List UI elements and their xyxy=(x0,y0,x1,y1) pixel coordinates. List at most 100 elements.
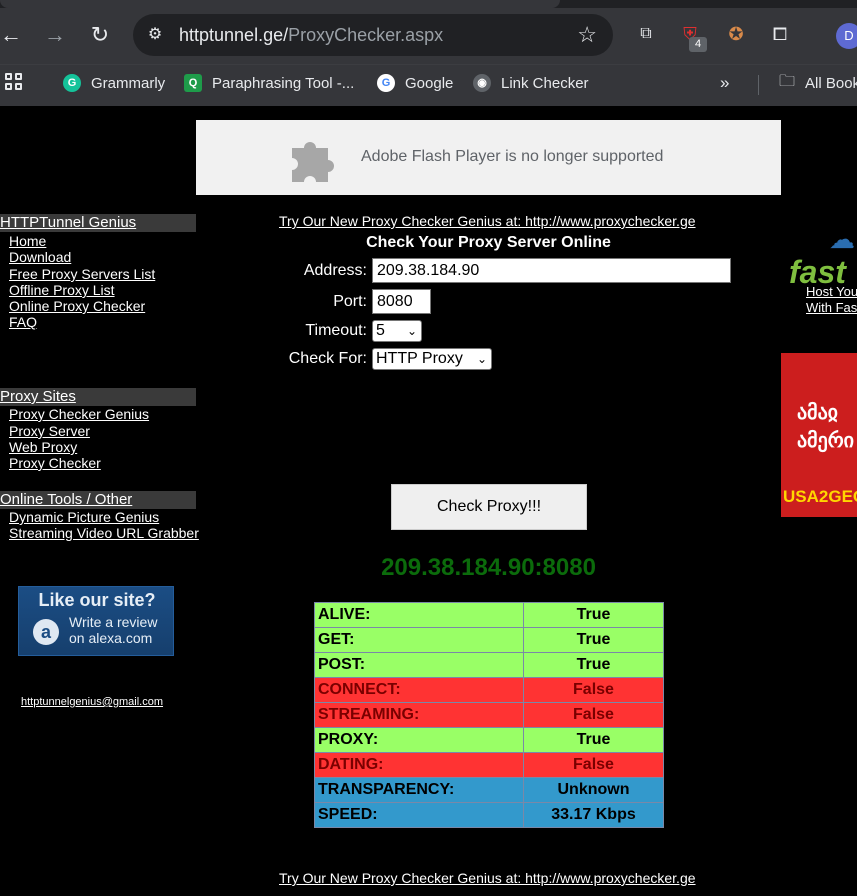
contact-email-link[interactable]: httptunnelgenius@gmail.com xyxy=(21,696,163,708)
promo-link-top[interactable]: Try Our New Proxy Checker Genius at: htt… xyxy=(279,213,696,229)
reload-icon[interactable]: ↻ xyxy=(87,22,113,48)
timeout-select[interactable]: 5 ⌄ xyxy=(372,320,422,342)
fasthosts-text[interactable]: Host You With Fas xyxy=(806,284,857,316)
google-icon: G xyxy=(377,74,395,92)
georgian-ad-text: ამაჲ ამერი xyxy=(797,399,854,455)
bookmark-label: Link Checker xyxy=(501,74,589,92)
result-row-connect: CONNECT: False xyxy=(314,677,664,703)
sidebar-link-faq[interactable]: FAQ xyxy=(9,314,37,330)
alexa-line1: Write a review xyxy=(69,614,158,630)
result-row-speed: SPEED: 33.17 Kbps xyxy=(314,802,664,828)
reading-mode-icon[interactable]: ⧉ xyxy=(634,22,658,46)
sidebar-link-online-proxy-checker[interactable]: Online Proxy Checker xyxy=(9,298,145,314)
result-label: DATING: xyxy=(314,752,524,778)
result-value: True xyxy=(523,602,664,628)
cloud-icon: ☁ xyxy=(829,224,855,254)
sidebar-heading-proxy-sites[interactable]: Proxy Sites xyxy=(0,388,196,406)
sidebar-link-proxy-checker[interactable]: Proxy Checker xyxy=(9,455,101,471)
apps-grid-icon[interactable] xyxy=(5,73,25,93)
check-proxy-button[interactable]: Check Proxy!!! xyxy=(391,484,587,530)
sidebar-link-video-url-grabber[interactable]: Streaming Video URL Grabber xyxy=(9,525,199,541)
result-label: PROXY: xyxy=(314,727,524,753)
checkfor-select[interactable]: HTTP Proxy ⌄ xyxy=(372,348,492,370)
result-row-proxy: PROXY: True xyxy=(314,727,664,753)
sidebar-link-web-proxy[interactable]: Web Proxy xyxy=(9,439,77,455)
result-row-post: POST: True xyxy=(314,652,664,678)
sidebar-heading-httptunnel[interactable]: HTTPTunnel Genius xyxy=(0,214,196,232)
address-input[interactable]: 209.38.184.90 xyxy=(372,258,731,283)
fasthosts-ad[interactable]: ☁ fast Host You With Fas xyxy=(781,206,857,326)
alexa-review-badge[interactable]: Like our site? a Write a review on alexa… xyxy=(18,586,174,656)
port-label: Port: xyxy=(333,293,367,310)
result-row-alive: ALIVE: True xyxy=(314,602,664,628)
result-label: POST: xyxy=(314,652,524,678)
usa2georgia-ad[interactable]: ამაჲ ამერი USA2GEO xyxy=(781,353,857,517)
grammarly-icon: G xyxy=(63,74,81,92)
sidebar-link-proxy-server[interactable]: Proxy Server xyxy=(9,423,90,439)
sidebar-link-dynamic-picture[interactable]: Dynamic Picture Genius xyxy=(9,509,159,525)
profile-avatar[interactable]: D xyxy=(836,23,857,49)
address-bar[interactable]: ⚙ httptunnel.ge/ProxyChecker.aspx ☆ xyxy=(133,14,613,56)
plugin-puzzle-icon xyxy=(292,142,334,182)
folder-icon: 🗀 xyxy=(779,72,796,90)
extensions-puzzle-icon[interactable]: ⧠ xyxy=(768,22,792,46)
all-bookmarks-label: All Book xyxy=(805,74,857,92)
result-value: False xyxy=(523,702,664,728)
bookmark-google[interactable]: G Google xyxy=(377,72,453,94)
sidebar-link-download[interactable]: Download xyxy=(9,249,71,265)
sidebar-link-proxy-checker-genius[interactable]: Proxy Checker Genius xyxy=(9,406,149,422)
cookie-icon[interactable]: ✪ xyxy=(724,22,748,46)
bookmark-paraphrasing-tool[interactable]: Q Paraphrasing Tool -... xyxy=(184,72,354,94)
globe-icon: ◉ xyxy=(473,74,491,92)
result-table: ALIVE: True GET: True POST: True CONNECT: False… xyxy=(314,602,664,828)
result-address: 209.38.184.90:8080 xyxy=(381,554,596,581)
alexa-logo-icon: a xyxy=(33,619,59,645)
checkfor-label: Check For: xyxy=(288,350,367,367)
address-label: Address: xyxy=(303,262,367,279)
result-label: ALIVE: xyxy=(314,602,524,628)
sidebar-link-offline-proxy-list[interactable]: Offline Proxy List xyxy=(9,282,115,298)
result-value: False xyxy=(523,677,664,703)
bookmarks-separator xyxy=(758,75,759,95)
sidebar-heading-online-tools[interactable]: Online Tools / Other xyxy=(0,491,196,509)
flash-placeholder: Adobe Flash Player is no longer supporte… xyxy=(196,120,781,195)
result-value: Unknown xyxy=(523,777,664,803)
result-value: True xyxy=(523,652,664,678)
timeout-value: 5 xyxy=(376,322,385,339)
checkfor-value: HTTP Proxy xyxy=(376,350,463,367)
georgian-ad-line2: ამერი xyxy=(797,430,855,452)
promo-link-bottom[interactable]: Try Our New Proxy Checker Genius at: htt… xyxy=(279,870,696,886)
port-input[interactable]: 8080 xyxy=(372,289,431,314)
forward-icon[interactable]: → xyxy=(42,22,68,48)
result-label: STREAMING: xyxy=(314,702,524,728)
result-value: 33.17 Kbps xyxy=(523,802,664,828)
result-value: True xyxy=(523,727,664,753)
site-info-icon[interactable]: ⚙ xyxy=(143,23,167,47)
chevron-down-icon: ⌄ xyxy=(406,324,417,338)
flash-message: Adobe Flash Player is no longer supporte… xyxy=(361,148,664,165)
sidebar-link-home[interactable]: Home xyxy=(9,233,46,249)
bookmark-star-icon[interactable]: ☆ xyxy=(577,22,597,48)
sidebar-link-free-proxy-list[interactable]: Free Proxy Servers List xyxy=(9,266,155,282)
bookmark-link-checker[interactable]: ◉ Link Checker xyxy=(473,72,589,94)
result-label: CONNECT: xyxy=(314,677,524,703)
result-label: TRANSPARENCY: xyxy=(314,777,524,803)
url-host: httptunnel.ge/ xyxy=(179,25,289,45)
url-path: ProxyChecker.aspx xyxy=(288,25,444,45)
bookmark-label: Grammarly xyxy=(91,74,166,92)
ublock-badge: 4 xyxy=(689,37,707,52)
tab-strip xyxy=(0,0,857,8)
result-value: False xyxy=(523,752,664,778)
result-row-transparency: TRANSPARENCY: Unknown xyxy=(314,777,664,803)
alexa-text: Write a review on alexa.com xyxy=(69,614,157,646)
form-title: Check Your Proxy Server Online xyxy=(366,234,611,251)
more-bookmarks-chevron-icon[interactable]: » xyxy=(720,72,729,94)
all-bookmarks[interactable]: 🗀 All Book xyxy=(779,72,857,94)
result-row-get: GET: True xyxy=(314,627,664,653)
result-label: SPEED: xyxy=(314,802,524,828)
bookmark-grammarly[interactable]: G Grammarly xyxy=(63,72,165,94)
page-content: Adobe Flash Player is no longer supporte… xyxy=(0,106,857,896)
back-icon[interactable]: ← xyxy=(0,22,24,48)
url-text[interactable]: httptunnel.ge/ProxyChecker.aspx xyxy=(179,24,443,46)
result-label: GET: xyxy=(314,627,524,653)
